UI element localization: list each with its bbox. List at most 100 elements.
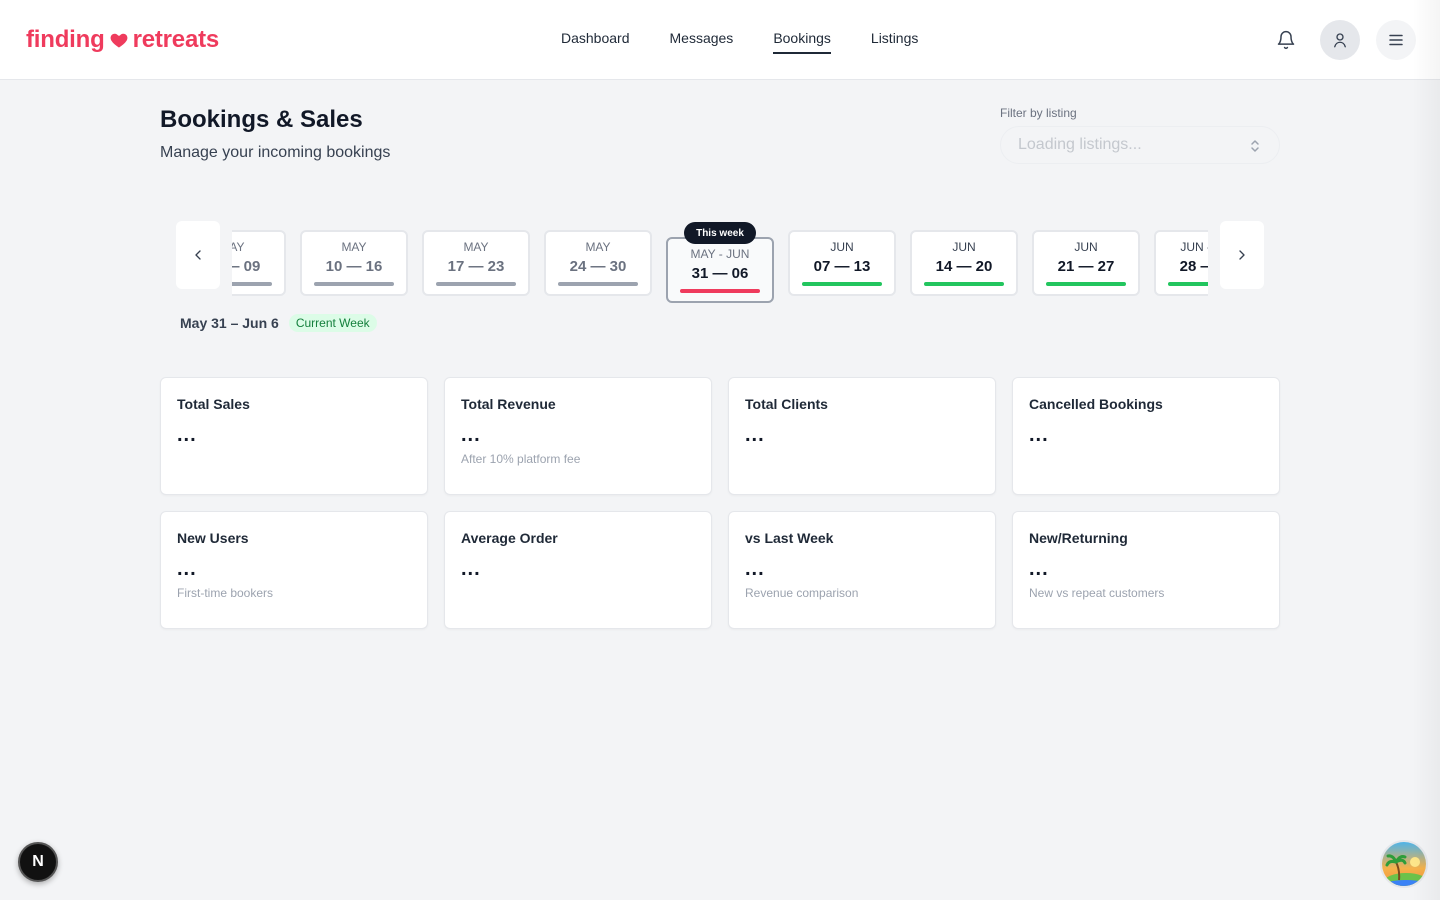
week-range: 21 — 27 xyxy=(1057,258,1115,275)
stat-label: Average Order xyxy=(461,530,558,546)
chevron-left-icon xyxy=(195,250,201,260)
filter-placeholder: Loading listings... xyxy=(1018,136,1142,153)
stat-value: ... xyxy=(745,424,765,446)
week-month: MAY xyxy=(232,240,245,254)
stat-value: ... xyxy=(461,424,481,446)
stat-value: ... xyxy=(177,424,197,446)
page-edge-shadow xyxy=(1412,0,1440,900)
bell-icon xyxy=(1277,30,1295,50)
stat-card-total-clients: Total Clients ... xyxy=(728,377,996,495)
current-week-badge: Current Week xyxy=(288,314,377,332)
menu-icon xyxy=(1389,34,1403,46)
page-subtitle: Manage your incoming bookings xyxy=(160,144,391,161)
stat-card-total-sales: Total Sales ... xyxy=(160,377,428,495)
week-range: 10 — 16 xyxy=(325,258,383,275)
selected-week-range: May 31 – Jun 6 xyxy=(180,315,279,331)
week-month: MAY - JUN xyxy=(690,247,750,261)
week-range: 14 — 20 xyxy=(935,258,993,275)
stat-label: Total Clients xyxy=(745,396,828,412)
next-weeks-button[interactable] xyxy=(1220,221,1264,289)
notifications-button[interactable] xyxy=(1272,26,1300,54)
listing-filter-select[interactable]: Loading listings... xyxy=(1000,126,1280,164)
week-status-bar xyxy=(436,282,516,286)
week-month: MAY xyxy=(463,240,489,254)
week-month: MAY xyxy=(585,240,611,254)
stat-value: ... xyxy=(461,558,481,580)
stat-hint: First-time bookers xyxy=(177,586,274,600)
logo[interactable]: finding retreats xyxy=(26,26,219,54)
nav-bookings[interactable]: Bookings xyxy=(773,30,831,54)
top-navigation-bar: finding retreats Dashboard Messages Book… xyxy=(0,0,1440,80)
week-carousel: MAY 03 — 09 MAY 10 — 16 MAY 17 — 23 MAY … xyxy=(232,218,1208,314)
week-status-bar xyxy=(558,282,638,286)
stat-card-average-order: Average Order ... xyxy=(444,511,712,629)
heart-icon xyxy=(110,33,127,48)
nav-dashboard[interactable]: Dashboard xyxy=(561,30,630,54)
page-title: Bookings & Sales xyxy=(160,106,363,133)
stat-value: ... xyxy=(177,558,197,580)
stat-label: Total Sales xyxy=(177,396,250,412)
previous-weeks-button[interactable] xyxy=(176,221,220,289)
week-month: JUN - JUL xyxy=(1180,240,1208,254)
dev-tools-button[interactable]: N xyxy=(18,842,58,882)
week-range: 28 — 04 xyxy=(1179,258,1208,275)
stat-hint: New vs repeat customers xyxy=(1029,586,1165,600)
stat-hint: After 10% platform fee xyxy=(461,452,581,466)
island-avatar-button[interactable] xyxy=(1380,840,1428,888)
week-card[interactable]: JUN - JUL 28 — 04 xyxy=(1154,230,1208,296)
island-icon xyxy=(1382,842,1426,886)
stat-value: ... xyxy=(1029,558,1049,580)
week-range: 24 — 30 xyxy=(569,258,627,275)
dev-tools-letter: N xyxy=(32,853,44,870)
stat-card-total-revenue: Total Revenue ... After 10% platform fee xyxy=(444,377,712,495)
week-card[interactable]: MAY 03 — 09 xyxy=(232,230,286,296)
week-status-bar xyxy=(680,289,760,293)
stat-hint: Revenue comparison xyxy=(745,586,859,600)
stat-label: New Users xyxy=(177,530,249,546)
week-range: 17 — 23 xyxy=(447,258,505,275)
week-range: 31 — 06 xyxy=(691,265,749,282)
stat-value: ... xyxy=(1029,424,1049,446)
logo-text-right: retreats xyxy=(132,26,220,53)
stat-card-new-returning: New/Returning ... New vs repeat customer… xyxy=(1012,511,1280,629)
week-status-bar xyxy=(924,282,1004,286)
week-month: JUN xyxy=(830,240,854,254)
week-card[interactable]: MAY 17 — 23 xyxy=(422,230,530,296)
week-card[interactable]: JUN 07 — 13 xyxy=(788,230,896,296)
week-status-bar xyxy=(802,282,882,286)
user-menu-button[interactable] xyxy=(1320,20,1360,60)
logo-text-left: finding xyxy=(26,26,105,53)
week-month: JUN xyxy=(1074,240,1098,254)
chevron-up-down-icon xyxy=(1251,140,1259,152)
stat-value: ... xyxy=(745,558,765,580)
chevron-right-icon xyxy=(1239,250,1245,260)
week-range: 07 — 13 xyxy=(813,258,871,275)
filter-label: Filter by listing xyxy=(1000,106,1077,120)
stat-label: Total Revenue xyxy=(461,396,556,412)
week-status-bar xyxy=(314,282,394,286)
week-month: MAY xyxy=(341,240,367,254)
week-card-current[interactable]: MAY - JUN 31 — 06 xyxy=(666,237,774,303)
this-week-badge: This week xyxy=(684,222,756,244)
week-status-bar xyxy=(1046,282,1126,286)
week-card[interactable]: MAY 24 — 30 xyxy=(544,230,652,296)
stat-card-vs-last-week: vs Last Week ... Revenue comparison xyxy=(728,511,996,629)
week-month: JUN xyxy=(952,240,976,254)
week-range: 03 — 09 xyxy=(232,258,261,275)
selected-week-summary: May 31 – Jun 6 Current Week xyxy=(180,314,377,332)
week-card[interactable]: MAY 10 — 16 xyxy=(300,230,408,296)
stat-label: vs Last Week xyxy=(745,530,834,546)
week-status-bar xyxy=(1168,282,1208,286)
week-status-bar xyxy=(232,282,272,286)
week-card[interactable]: JUN 21 — 27 xyxy=(1032,230,1140,296)
hamburger-menu-button[interactable] xyxy=(1376,20,1416,60)
stat-card-new-users: New Users ... First-time bookers xyxy=(160,511,428,629)
nav-messages[interactable]: Messages xyxy=(670,30,734,54)
stat-card-cancelled-bookings: Cancelled Bookings ... xyxy=(1012,377,1280,495)
week-card[interactable]: JUN 14 — 20 xyxy=(910,230,1018,296)
stat-label: Cancelled Bookings xyxy=(1029,396,1163,412)
stat-label: New/Returning xyxy=(1029,530,1128,546)
user-icon xyxy=(1334,33,1346,48)
main-nav: Dashboard Messages Bookings Listings xyxy=(561,30,918,54)
nav-listings[interactable]: Listings xyxy=(871,30,918,54)
